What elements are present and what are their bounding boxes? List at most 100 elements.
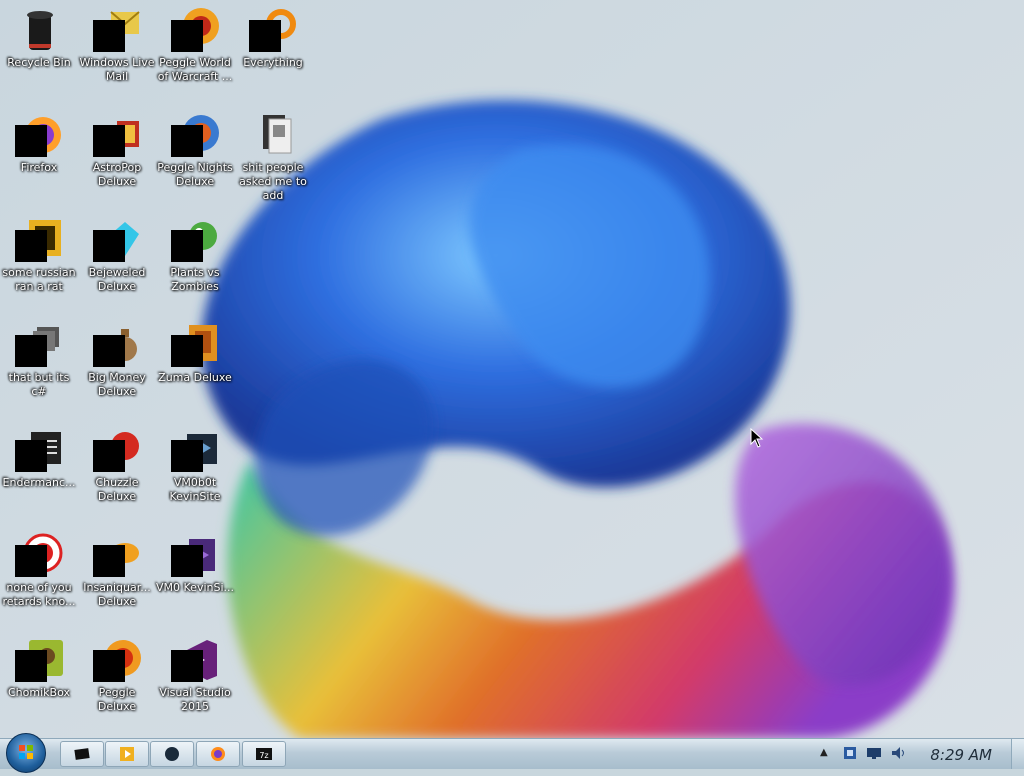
desktop-icon-visual-studio-2015[interactable]: Visual Studio 2015 bbox=[156, 632, 234, 714]
taskbar-clock[interactable]: 8:29 AM bbox=[930, 746, 992, 764]
firefox-icon bbox=[211, 747, 225, 761]
desktop-icon-label: shit people asked me to add bbox=[239, 161, 307, 202]
desktop-icon-label: AstroPop Deluxe bbox=[92, 161, 142, 188]
desktop-icon-label: Recycle Bin bbox=[7, 56, 71, 69]
chuzzle-icon bbox=[93, 426, 141, 474]
desktop-icon-label: Zuma Deluxe bbox=[158, 371, 232, 384]
desktop-icon-label: VM0b0t KevinSite bbox=[169, 476, 221, 503]
peggle-icon bbox=[171, 6, 219, 54]
redaction-box bbox=[171, 125, 203, 157]
desktop-icon-label: Endermanc... bbox=[2, 476, 76, 489]
desktop-icon-chuzzle-deluxe[interactable]: Chuzzle Deluxe bbox=[78, 422, 156, 504]
desktop-icon-label: VM0 KevinSi... bbox=[156, 581, 235, 594]
peggle-icon bbox=[93, 636, 141, 684]
redaction-box bbox=[15, 335, 47, 367]
circle-app-icon bbox=[165, 747, 179, 761]
desktop-icon-label: Everything bbox=[243, 56, 303, 69]
svg-text:7z: 7z bbox=[259, 751, 268, 760]
desktop-icon-that-but-its-csharp[interactable]: that but its c# bbox=[0, 317, 78, 399]
redaction-box bbox=[93, 335, 125, 367]
redaction-box bbox=[93, 440, 125, 472]
folder-icon bbox=[249, 111, 297, 159]
desktop-icon-insaniquarium-deluxe[interactable]: Insaniquar... Deluxe bbox=[78, 527, 156, 609]
redaction-box bbox=[93, 545, 125, 577]
app-icon bbox=[74, 748, 90, 760]
redaction-box bbox=[171, 230, 203, 262]
desktop-icon-astropop-deluxe[interactable]: AstroPop Deluxe bbox=[78, 107, 156, 189]
mail-icon bbox=[93, 6, 141, 54]
desktop-icon-endermanch[interactable]: Endermanc... bbox=[0, 422, 78, 490]
desktop-icon-label: none of you retards kno... bbox=[2, 581, 76, 608]
desktop-icon-recycle-bin[interactable]: Recycle Bin bbox=[0, 2, 78, 70]
document-icon bbox=[15, 216, 63, 264]
redaction-box bbox=[15, 545, 47, 577]
redaction-box bbox=[93, 125, 125, 157]
visual-studio-icon bbox=[171, 531, 219, 579]
peggle-icon bbox=[171, 111, 219, 159]
desktop-icon-label: Visual Studio 2015 bbox=[159, 686, 231, 713]
desktop-icon-none-of-you[interactable]: none of you retards kno... bbox=[0, 527, 78, 609]
desktop-icon-zuma-deluxe[interactable]: Zuma Deluxe bbox=[156, 317, 234, 385]
taskbar-button-firefox[interactable] bbox=[196, 741, 240, 767]
taskbar-button-circle-app[interactable] bbox=[150, 741, 194, 767]
7zip-icon: 7z bbox=[256, 748, 272, 760]
astropop-icon bbox=[93, 111, 141, 159]
console-icon bbox=[15, 321, 63, 369]
desktop-icon-plants-vs-zombies[interactable]: Plants vs Zombies bbox=[156, 212, 234, 294]
show-desktop-button[interactable] bbox=[1011, 739, 1024, 769]
taskbar-button-media-player[interactable] bbox=[105, 741, 149, 767]
clapperboard-icon bbox=[171, 426, 219, 474]
gem-icon bbox=[93, 216, 141, 264]
desktop-icon-peggle-deluxe[interactable]: Peggle Deluxe bbox=[78, 632, 156, 714]
red-circle-icon bbox=[15, 531, 63, 579]
window-icon bbox=[15, 426, 63, 474]
redaction-box bbox=[93, 20, 125, 52]
windows-logo-icon bbox=[19, 745, 33, 759]
desktop-icon-windows-live-mail[interactable]: Windows Live Mail bbox=[78, 2, 156, 84]
network-icon[interactable] bbox=[842, 745, 858, 761]
redaction-box bbox=[15, 440, 47, 472]
taskbar: 7z ▲ 8:29 AM bbox=[0, 733, 1024, 773]
desktop-icon-vm0b0t-kevinsite[interactable]: VM0b0t KevinSite bbox=[156, 422, 234, 504]
chomikbox-icon bbox=[15, 636, 63, 684]
desktop-icon-big-money-deluxe[interactable]: Big Money Deluxe bbox=[78, 317, 156, 399]
monitor-icon[interactable] bbox=[866, 745, 882, 761]
firefox-icon bbox=[15, 111, 63, 159]
desktop-icon-label: Plants vs Zombies bbox=[170, 266, 220, 293]
zuma-icon bbox=[171, 321, 219, 369]
desktop-icon-bejeweled-deluxe[interactable]: Bejeweled Deluxe bbox=[78, 212, 156, 294]
desktop-icon-peggle-world-of-warcraft[interactable]: Peggle World of Warcraft ... bbox=[156, 2, 234, 84]
redaction-box bbox=[15, 230, 47, 262]
money-bag-icon bbox=[93, 321, 141, 369]
redaction-box bbox=[171, 335, 203, 367]
desktop-icon-peggle-nights-deluxe[interactable]: Peggle Nights Deluxe bbox=[156, 107, 234, 189]
start-button[interactable] bbox=[6, 733, 46, 773]
desktop-icon-label: Big Money Deluxe bbox=[88, 371, 146, 398]
desktop-icon-some-russian-ran-a-rat[interactable]: some russian ran a rat bbox=[0, 212, 78, 294]
tray-expand-chevron-icon[interactable]: ▲ bbox=[820, 747, 828, 758]
desktop-icon-firefox[interactable]: Firefox bbox=[0, 107, 78, 175]
redaction-box bbox=[171, 545, 203, 577]
plant-icon bbox=[171, 216, 219, 264]
redaction-box bbox=[249, 20, 281, 52]
desktop-icon-shit-people-asked-me-to-add[interactable]: shit people asked me to add bbox=[234, 107, 312, 203]
taskbar-button-app[interactable] bbox=[60, 741, 104, 767]
mouse-cursor-icon bbox=[750, 428, 764, 448]
desktop-icon-everything[interactable]: Everything bbox=[234, 2, 312, 70]
desktop-icon-label: Peggle World of Warcraft ... bbox=[157, 56, 233, 83]
volume-icon[interactable] bbox=[890, 745, 906, 761]
desktop-icon-vm0-kevinsite[interactable]: VM0 KevinSi... bbox=[156, 527, 234, 595]
desktop-icon-label: some russian ran a rat bbox=[2, 266, 76, 293]
desktop-icon-label: that but its c# bbox=[8, 371, 70, 398]
desktop-icon-label: Insaniquar... Deluxe bbox=[83, 581, 151, 608]
taskbar-button-7zip[interactable]: 7z bbox=[242, 741, 286, 767]
recycle-bin-icon bbox=[15, 6, 63, 54]
search-icon bbox=[249, 6, 297, 54]
desktop-icon-label: Windows Live Mail bbox=[79, 56, 155, 83]
desktop-icon-label: Peggle Deluxe bbox=[97, 686, 137, 713]
redaction-box bbox=[171, 440, 203, 472]
media-player-icon bbox=[120, 747, 134, 761]
desktop-icon-chomikbox[interactable]: ChomikBox bbox=[0, 632, 78, 700]
redaction-box bbox=[15, 650, 47, 682]
desktop-icon-label: Peggle Nights Deluxe bbox=[157, 161, 233, 188]
